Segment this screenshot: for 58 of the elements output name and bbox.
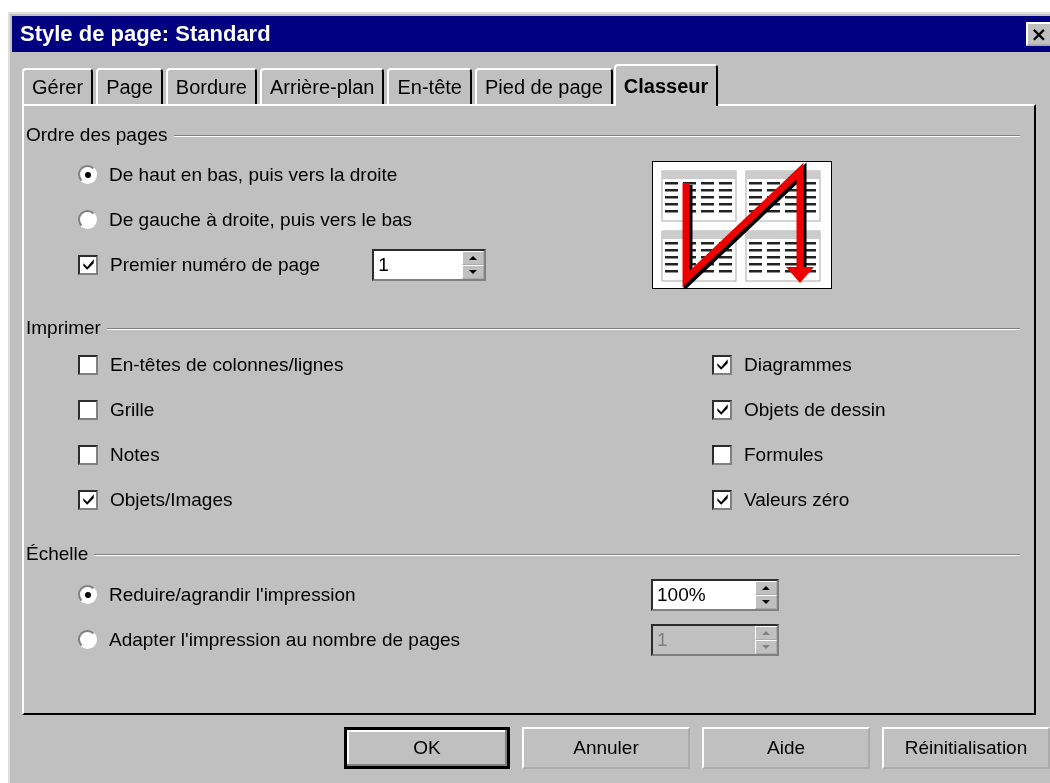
- checkmark-icon: [81, 493, 95, 506]
- group-title: Imprimer: [26, 317, 101, 339]
- checkbox-label: Valeurs zéro: [744, 488, 850, 511]
- checkbox-label: En-têtes de colonnes/lignes: [110, 353, 344, 376]
- tab[interactable]: Bordure: [165, 68, 257, 104]
- spin-up-button[interactable]: [462, 250, 485, 265]
- number-spinner[interactable]: 1: [372, 248, 487, 281]
- checkbox[interactable]: [712, 354, 732, 375]
- window-title: Style de page: Standard: [20, 21, 271, 47]
- radio-label: Reduire/agrandir l'impression: [109, 583, 357, 606]
- dialog-button[interactable]: Réinitialisation: [882, 727, 1050, 769]
- radio-label: Adapter l'impression au nombre de pages: [109, 628, 462, 651]
- dialog-button[interactable]: OK: [344, 727, 510, 769]
- checkmark-icon: [715, 403, 729, 416]
- tab[interactable]: Arrière-plan: [260, 68, 385, 104]
- group-title: Échelle: [26, 543, 89, 565]
- checkbox[interactable]: [712, 399, 732, 420]
- checkbox-label: Grille: [110, 398, 155, 421]
- down-arrow-icon: [762, 599, 770, 604]
- number-spinner[interactable]: 100%: [651, 578, 779, 611]
- tab[interactable]: Pied de page: [474, 68, 613, 104]
- checkbox-label: Objets de dessin: [744, 398, 886, 421]
- up-arrow-icon: [762, 630, 770, 635]
- radio-button[interactable]: [78, 165, 97, 184]
- up-arrow-icon: [469, 255, 478, 260]
- radio-button[interactable]: [78, 210, 97, 229]
- checkbox[interactable]: [78, 354, 98, 375]
- spin-up-button[interactable]: [755, 580, 777, 595]
- checkmark-icon: [715, 493, 729, 506]
- spin-down-button[interactable]: [755, 594, 777, 609]
- checkbox-label: Premier numéro de page: [110, 253, 321, 276]
- checkbox-label: Notes: [110, 443, 160, 466]
- tab[interactable]: Page: [96, 68, 163, 104]
- down-arrow-icon: [762, 644, 770, 649]
- tab[interactable]: Classeur: [613, 64, 719, 106]
- checkmark-icon: [715, 358, 729, 371]
- checkbox[interactable]: [78, 489, 98, 510]
- dialog-button[interactable]: Aide: [702, 727, 870, 769]
- checkbox-label: Objets/Images: [110, 488, 233, 511]
- up-arrow-icon: [762, 585, 770, 590]
- checkbox[interactable]: [78, 399, 98, 420]
- down-arrow-icon: [469, 269, 478, 274]
- checkbox-label: Diagrammes: [744, 353, 852, 376]
- checkbox[interactable]: [712, 444, 732, 465]
- radio-button[interactable]: [78, 585, 97, 604]
- checkbox[interactable]: [712, 489, 732, 510]
- radio-label: De haut en bas, puis vers la droite: [109, 163, 398, 186]
- close-button[interactable]: ×: [1026, 22, 1050, 46]
- tab[interactable]: En-tête: [387, 68, 472, 104]
- checkmark-icon: [81, 258, 95, 271]
- tab[interactable]: Gérer: [22, 68, 94, 104]
- spin-down-button[interactable]: [462, 264, 485, 279]
- checkbox-label: Formules: [744, 443, 824, 466]
- group-title: Ordre des pages: [26, 124, 168, 146]
- radio-label: De gauche à droite, puis vers le bas: [109, 208, 413, 231]
- checkbox[interactable]: [78, 254, 98, 275]
- checkbox[interactable]: [78, 444, 98, 465]
- dialog-button[interactable]: Annuler: [522, 727, 690, 769]
